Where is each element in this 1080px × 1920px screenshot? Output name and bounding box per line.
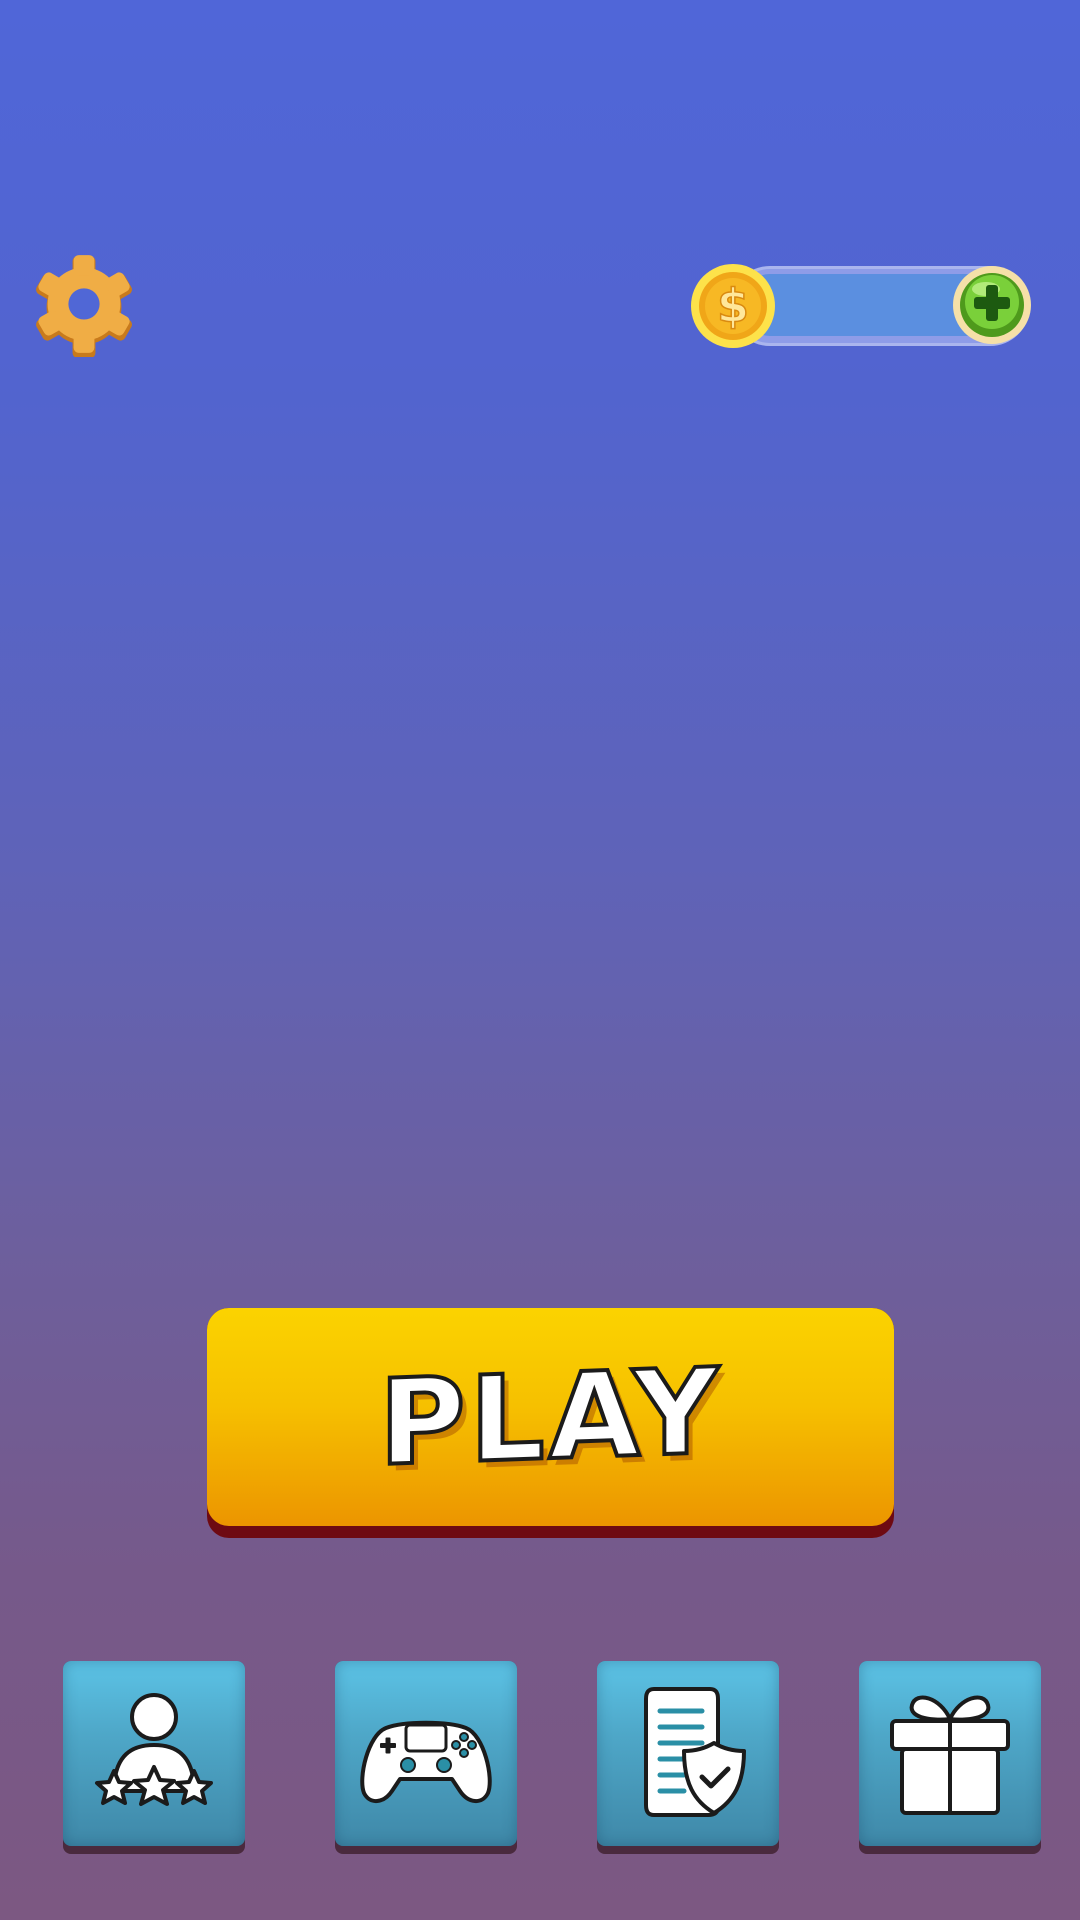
play-button-face: PLAY (207, 1308, 894, 1526)
gear-icon (36, 255, 132, 357)
coin-balance-value (785, 281, 935, 331)
gamepad-icon (360, 1720, 492, 1803)
tile-face (63, 1661, 245, 1846)
tile-face (335, 1661, 517, 1846)
profile-button[interactable] (63, 1661, 245, 1854)
green-plus-icon (953, 266, 1031, 344)
games-button[interactable] (335, 1661, 517, 1854)
svg-text:$: $ (717, 279, 749, 333)
privacy-policy-button[interactable] (597, 1661, 779, 1854)
gift-icon (890, 1695, 1010, 1815)
coin-balance-bar: $ (690, 263, 1032, 349)
dollar-coin-icon: $ (690, 263, 776, 349)
add-coins-button[interactable] (952, 265, 1032, 345)
tile-face (597, 1661, 779, 1846)
settings-button[interactable] (32, 253, 136, 357)
gift-button[interactable] (859, 1661, 1041, 1854)
play-button-label: PLAY (377, 1340, 724, 1494)
play-button[interactable]: PLAY (207, 1308, 894, 1538)
profile-stars-icon (95, 1693, 213, 1806)
privacy-policy-icon (644, 1687, 746, 1817)
tile-face (859, 1661, 1041, 1846)
